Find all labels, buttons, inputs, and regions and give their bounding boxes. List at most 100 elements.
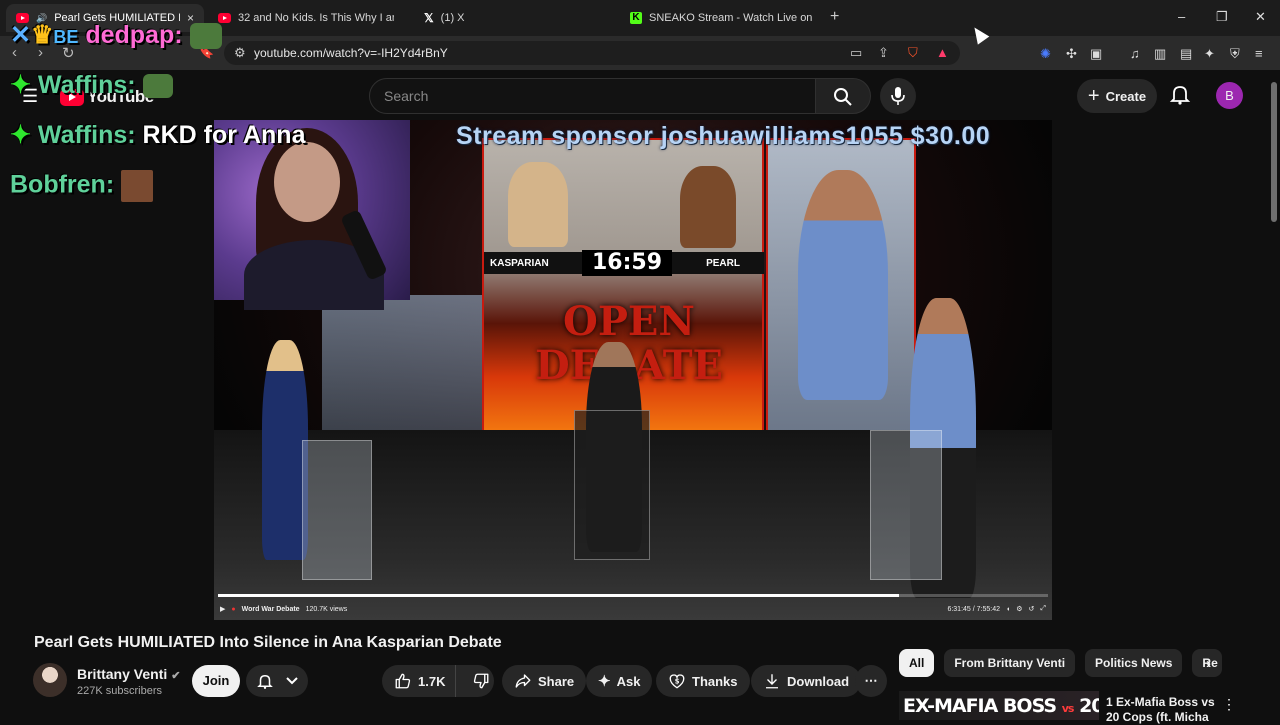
microphone-icon (891, 87, 905, 105)
vpn-shield-icon[interactable]: ⛨ (1230, 46, 1240, 62)
channel-name-row[interactable]: Brittany Venti ✔ (77, 666, 180, 682)
verified-icon: ✔ (171, 670, 181, 682)
webcam-face (274, 142, 340, 222)
tab-title: SNEAKO Stream - Watch Live on Kick (649, 12, 816, 24)
music-icon[interactable]: ♫ (1130, 46, 1140, 61)
fullscreen-icon[interactable]: ⤢ (1040, 605, 1046, 613)
download-icon (766, 674, 778, 689)
cast-icon[interactable]: ▭ (850, 45, 862, 61)
settings-icon[interactable]: ⚙ (1016, 605, 1022, 613)
channel-avatar[interactable] (33, 663, 67, 697)
right-debater-photo (680, 166, 736, 248)
tab-x[interactable]: 𝕏 (1) X (414, 4, 614, 32)
thanks-label: Thanks (692, 673, 738, 689)
join-button[interactable]: Join (192, 665, 240, 697)
tab-title: 32 and No Kids. Is This Why I am Lon (238, 12, 394, 24)
recommendation-chips: All From Brittany Venti Politics News Re (899, 649, 1223, 679)
video-progress-fill (218, 594, 899, 597)
share-page-icon[interactable]: ⇪ (878, 45, 889, 61)
dislike-button[interactable] (462, 665, 502, 697)
screenshot-icon[interactable]: ▣ (1090, 46, 1102, 62)
address-bar[interactable]: ⚙ youtube.com/watch?v=-IH2Yd4rBnY ▭ ⇪ ⛉ … (224, 41, 960, 65)
youtube-header: ☰ YouTube Search + Create B (0, 70, 1280, 122)
sidebar-icon[interactable]: ▥ (1154, 46, 1166, 62)
channel-name[interactable]: Brittany Venti (77, 666, 167, 682)
extensions-icon[interactable]: ✣ (1066, 46, 1077, 62)
search-button[interactable] (815, 78, 871, 114)
svg-text:$: $ (675, 677, 680, 685)
chat-message: ✦ Waffins: (10, 70, 173, 100)
face-emote-icon (121, 170, 154, 202)
channel-watermark-icon: ● (231, 605, 236, 613)
wallet-icon[interactable]: ▤ (1180, 46, 1192, 62)
tab-sneako-kick[interactable]: K SNEAKO Stream - Watch Live on Kick (620, 4, 826, 32)
player-views: 120.7K views (305, 605, 348, 613)
sparkle-icon: ✦ (598, 673, 611, 690)
recommended-video-thumbnail[interactable]: EX-MAFIA BOSS vs 20 COPS (899, 691, 1099, 720)
page-scrollbar[interactable] (1268, 72, 1280, 720)
recommended-video-title[interactable]: 1 Ex-Mafia Boss vs 20 Cops (ft. Micha (1106, 695, 1216, 725)
chat-star-badge-icon: ✦ (10, 121, 31, 149)
tab-32-no-kids[interactable]: 32 and No Kids. Is This Why I am Lon (208, 4, 404, 32)
chip-all[interactable]: All (899, 649, 935, 677)
player-channel-name: Word War Debate (241, 605, 300, 613)
account-avatar[interactable]: B (1216, 82, 1243, 109)
right-screen (766, 138, 916, 438)
left-debater-photo (508, 162, 568, 247)
search-placeholder: Search (384, 88, 429, 104)
ask-button[interactable]: ✦ Ask (586, 665, 653, 697)
menu-icon[interactable]: ≡ (1255, 46, 1263, 61)
close-window-button[interactable]: ✕ (1255, 9, 1266, 25)
thumbnail-text-right: 20 COPS (1079, 695, 1099, 717)
chevron-right-icon[interactable]: › (1206, 655, 1211, 672)
kebab-menu-icon[interactable]: ⋮ (1222, 696, 1236, 713)
subscriber-count: 227K subscribers (77, 685, 162, 697)
debater-right-name: PEARL (706, 257, 740, 269)
screen-speaker (798, 170, 888, 400)
download-button[interactable]: Download (751, 665, 862, 697)
thanks-button[interactable]: $ Thanks (656, 665, 750, 697)
notifications-bell-icon[interactable] (1168, 82, 1192, 106)
chat-username: dedpap: (85, 21, 183, 49)
search-input[interactable]: Search (369, 78, 816, 114)
scrollbar-thumb[interactable] (1271, 82, 1277, 222)
chat-username: Bobfren: (10, 170, 115, 199)
super-thanks-icon: $ (669, 674, 685, 689)
tab-title: (1) X (440, 12, 465, 24)
chat-crown-icon: ♛ (30, 21, 54, 49)
subscription-bell-button[interactable] (246, 665, 308, 697)
restore-button[interactable]: ❐ (1216, 9, 1228, 25)
like-button[interactable]: 1.7K (382, 665, 457, 697)
ask-label: Ask (616, 673, 641, 689)
voice-search-button[interactable] (880, 78, 916, 114)
loop-icon[interactable]: ↺ (1029, 605, 1035, 613)
leo-ai-icon[interactable]: ✦ (1204, 46, 1215, 62)
chat-username: Waffins: (37, 71, 136, 99)
minimize-button[interactable]: – (1178, 9, 1185, 24)
chat-message: Bobfren: (10, 170, 154, 202)
create-button[interactable]: + Create (1077, 79, 1157, 113)
player-time: 6:31:45 / 7:55:42 (947, 605, 1000, 613)
chip-from-channel[interactable]: From Brittany Venti (944, 649, 1076, 677)
url-text: youtube.com/watch?v=-IH2Yd4rBnY (254, 46, 448, 60)
share-button[interactable]: Share (502, 665, 587, 697)
like-dislike-group: 1.7K (382, 665, 494, 697)
video-player[interactable]: KASPARIAN PEARL 16:59 OPEN DEBATE Stream… (214, 120, 1052, 620)
vpn-icon[interactable]: ✺ (1040, 46, 1051, 62)
chat-message: ✦ Waffins: RKD for Anna (10, 120, 305, 150)
site-info-icon[interactable]: ⚙ (234, 45, 246, 61)
left-podium (302, 440, 372, 580)
x-icon: 𝕏 (424, 11, 434, 25)
volume-icon[interactable]: ◖ (1006, 606, 1010, 613)
brave-shield-icon[interactable]: ⛉ (908, 45, 918, 61)
thumbnail-text: EX-MAFIA BOSS vs 20 COPS (903, 695, 1099, 717)
brave-rewards-icon[interactable]: ▲ (936, 45, 949, 60)
video-progress-bar[interactable] (218, 594, 1048, 597)
chip-politics-news[interactable]: Politics News (1085, 649, 1183, 677)
chat-sword-icon: ✕ (10, 21, 31, 49)
download-label: Download (787, 673, 850, 689)
new-tab-button[interactable]: + (830, 8, 839, 26)
more-actions-button[interactable]: ⋯ (855, 665, 887, 697)
play-icon[interactable]: ▶ (220, 605, 225, 613)
create-label: Create (1105, 88, 1147, 104)
